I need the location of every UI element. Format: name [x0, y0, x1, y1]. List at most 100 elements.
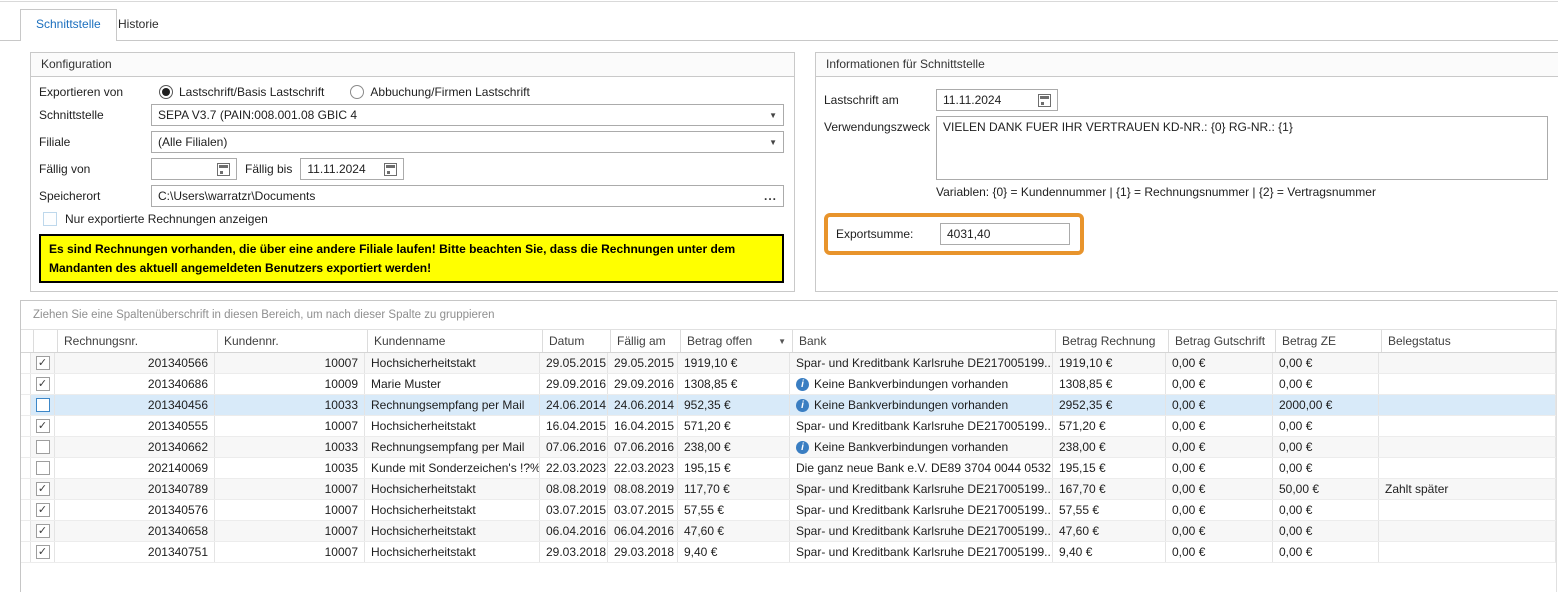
cell-text: 952,35 € — [684, 398, 731, 412]
table-row[interactable]: ✓20134068610009Marie Muster29.09.201629.… — [21, 374, 1556, 395]
cell-text: Keine Bankverbindungen vorhanden — [814, 440, 1008, 454]
cell-kundenname: Hochsicherheitstakt — [365, 479, 540, 499]
schnittstelle-value: SEPA V3.7 (PAIN:008.001.08 GBIC 4 — [158, 108, 357, 122]
cell-betrag-offen: 195,15 € — [678, 458, 790, 478]
cell-text: 201340576 — [148, 503, 208, 517]
row-select-cell: ✓ — [31, 374, 55, 394]
column-header-belegstatus[interactable]: Belegstatus — [1382, 330, 1556, 352]
schnittstelle-dropdown[interactable]: SEPA V3.7 (PAIN:008.001.08 GBIC 4 ▼ — [151, 104, 784, 126]
table-row[interactable]: 20134066210033Rechnungsempfang per Mail0… — [21, 437, 1556, 458]
row-indicator — [21, 416, 31, 436]
column-header-f-llig-am[interactable]: Fällig am — [611, 330, 681, 352]
filiale-dropdown[interactable]: (Alle Filialen) ▼ — [151, 131, 784, 153]
row-checkbox[interactable] — [36, 398, 50, 412]
cell-faellig: 03.07.2015 — [608, 500, 678, 520]
column-header-betrag-offen[interactable]: Betrag offen▼ — [681, 330, 793, 352]
cell-betrag-ze: 0,00 € — [1273, 521, 1379, 541]
cell-text: 9,40 € — [684, 545, 717, 559]
cell-betrag-gutschrift: 0,00 € — [1166, 353, 1273, 373]
cell-text: 29.09.2016 — [614, 377, 674, 391]
row-checkbox[interactable]: ✓ — [36, 503, 50, 517]
calendar-icon[interactable] — [217, 163, 230, 176]
row-indicator — [21, 542, 31, 562]
column-header-betrag-rechnung[interactable]: Betrag Rechnung — [1056, 330, 1169, 352]
column-header-label: Datum — [549, 334, 584, 348]
column-header-betrag-gutschrift[interactable]: Betrag Gutschrift — [1169, 330, 1276, 352]
nur-exportierte-checkbox[interactable] — [43, 212, 57, 226]
cell-betrag-ze: 0,00 € — [1273, 500, 1379, 520]
cell-text: Hochsicherheitstakt — [371, 482, 476, 496]
cell-betrag-ze: 50,00 € — [1273, 479, 1379, 499]
row-checkbox[interactable] — [36, 461, 50, 475]
row-checkbox[interactable]: ✓ — [36, 377, 50, 391]
row-checkbox[interactable] — [36, 440, 50, 454]
cell-text: 24.06.2014 — [614, 398, 674, 412]
cell-betrag-rechnung: 1308,85 € — [1053, 374, 1166, 394]
cell-text: 0,00 € — [1279, 377, 1312, 391]
cell-text: 10033 — [325, 398, 358, 412]
faellig-von-input[interactable] — [151, 158, 237, 180]
faellig-bis-label: Fällig bis — [245, 162, 292, 176]
cell-text: 22.03.2023 — [614, 461, 674, 475]
table-row[interactable]: ✓20134075110007Hochsicherheitstakt29.03.… — [21, 542, 1556, 563]
chevron-down-icon[interactable]: ▼ — [763, 138, 777, 147]
cell-rechnungsnr: 202140069 — [55, 458, 215, 478]
cell-kundenname: Hochsicherheitstakt — [365, 521, 540, 541]
column-header-kundenname[interactable]: Kundenname — [368, 330, 543, 352]
radio-lastschrift-basis[interactable] — [159, 85, 173, 99]
column-header-label: Rechnungsnr. — [64, 334, 138, 348]
cell-betrag-rechnung: 195,15 € — [1053, 458, 1166, 478]
column-header-label: Kundennr. — [224, 334, 279, 348]
info-icon: i — [796, 399, 809, 412]
cell-betrag-rechnung: 571,20 € — [1053, 416, 1166, 436]
speicherort-input[interactable]: C:\Users\warratzr\Documents ... — [151, 185, 784, 207]
table-row[interactable]: ✓20134057610007Hochsicherheitstakt03.07.… — [21, 500, 1556, 521]
cell-text: 0,00 € — [1172, 545, 1205, 559]
table-row[interactable]: ✓20134065810007Hochsicherheitstakt06.04.… — [21, 521, 1556, 542]
cell-kundenname: Rechnungsempfang per Mail — [365, 437, 540, 457]
cell-text: 571,20 € — [1059, 419, 1106, 433]
cell-kundennr: 10035 — [215, 458, 365, 478]
group-by-band[interactable]: Ziehen Sie eine Spaltenüberschrift in di… — [21, 301, 1556, 330]
calendar-icon[interactable] — [384, 163, 397, 176]
column-header-kundennr[interactable]: Kundennr. — [218, 330, 368, 352]
row-select-cell: ✓ — [31, 479, 55, 499]
filiale-label: Filiale — [39, 135, 151, 149]
row-checkbox[interactable]: ✓ — [36, 356, 50, 370]
chevron-down-icon[interactable]: ▼ — [763, 111, 777, 120]
table-row[interactable]: ✓20134055510007Hochsicherheitstakt16.04.… — [21, 416, 1556, 437]
calendar-icon[interactable] — [1038, 94, 1051, 107]
cell-rechnungsnr: 201340789 — [55, 479, 215, 499]
cell-text: 06.04.2016 — [614, 524, 674, 538]
table-row[interactable]: ✓20134056610007Hochsicherheitstakt29.05.… — [21, 353, 1556, 374]
nur-exportierte-label[interactable]: Nur exportierte Rechnungen anzeigen — [65, 212, 268, 226]
column-header-bank[interactable]: Bank — [793, 330, 1056, 352]
cell-datum: 29.09.2016 — [540, 374, 608, 394]
row-checkbox[interactable]: ✓ — [36, 482, 50, 496]
select-column-header[interactable] — [34, 330, 58, 352]
column-header-datum[interactable]: Datum — [543, 330, 611, 352]
tab-historie[interactable]: Historie — [103, 10, 174, 41]
row-checkbox[interactable]: ✓ — [36, 524, 50, 538]
cell-text: 0,00 € — [1172, 440, 1205, 454]
row-indicator — [21, 437, 31, 457]
table-row[interactable]: ✓20134078910007Hochsicherheitstakt08.08.… — [21, 479, 1556, 500]
row-checkbox[interactable]: ✓ — [36, 545, 50, 559]
table-row[interactable]: 20134045610033Rechnungsempfang per Mail2… — [21, 395, 1556, 416]
exportsumme-input[interactable]: 4031,40 — [940, 223, 1070, 245]
row-indicator-column-header[interactable] — [21, 330, 34, 352]
cell-text: 29.05.2015 — [546, 356, 606, 370]
variablen-note: Variablen: {0} = Kundennummer | {1} = Re… — [936, 185, 1548, 199]
column-header-betrag-ze[interactable]: Betrag ZE — [1276, 330, 1382, 352]
browse-ellipsis-button[interactable]: ... — [758, 189, 777, 203]
lastschrift-am-input[interactable]: 11.11.2024 — [936, 89, 1058, 111]
radio-abbuchung-firmen[interactable] — [350, 85, 364, 99]
column-header-rechnungsnr[interactable]: Rechnungsnr. — [58, 330, 218, 352]
table-row[interactable]: 20214006910035Kunde mit Sonderzeichen's … — [21, 458, 1556, 479]
verwendungszweck-textarea[interactable]: VIELEN DANK FUER IHR VERTRAUEN KD-NR.: {… — [936, 116, 1548, 180]
radio-abbuchung-firmen-label[interactable]: Abbuchung/Firmen Lastschrift — [370, 85, 529, 99]
faellig-bis-input[interactable]: 11.11.2024 — [300, 158, 404, 180]
radio-lastschrift-basis-label[interactable]: Lastschrift/Basis Lastschrift — [179, 85, 324, 99]
cell-kundenname: Hochsicherheitstakt — [365, 416, 540, 436]
row-checkbox[interactable]: ✓ — [36, 419, 50, 433]
